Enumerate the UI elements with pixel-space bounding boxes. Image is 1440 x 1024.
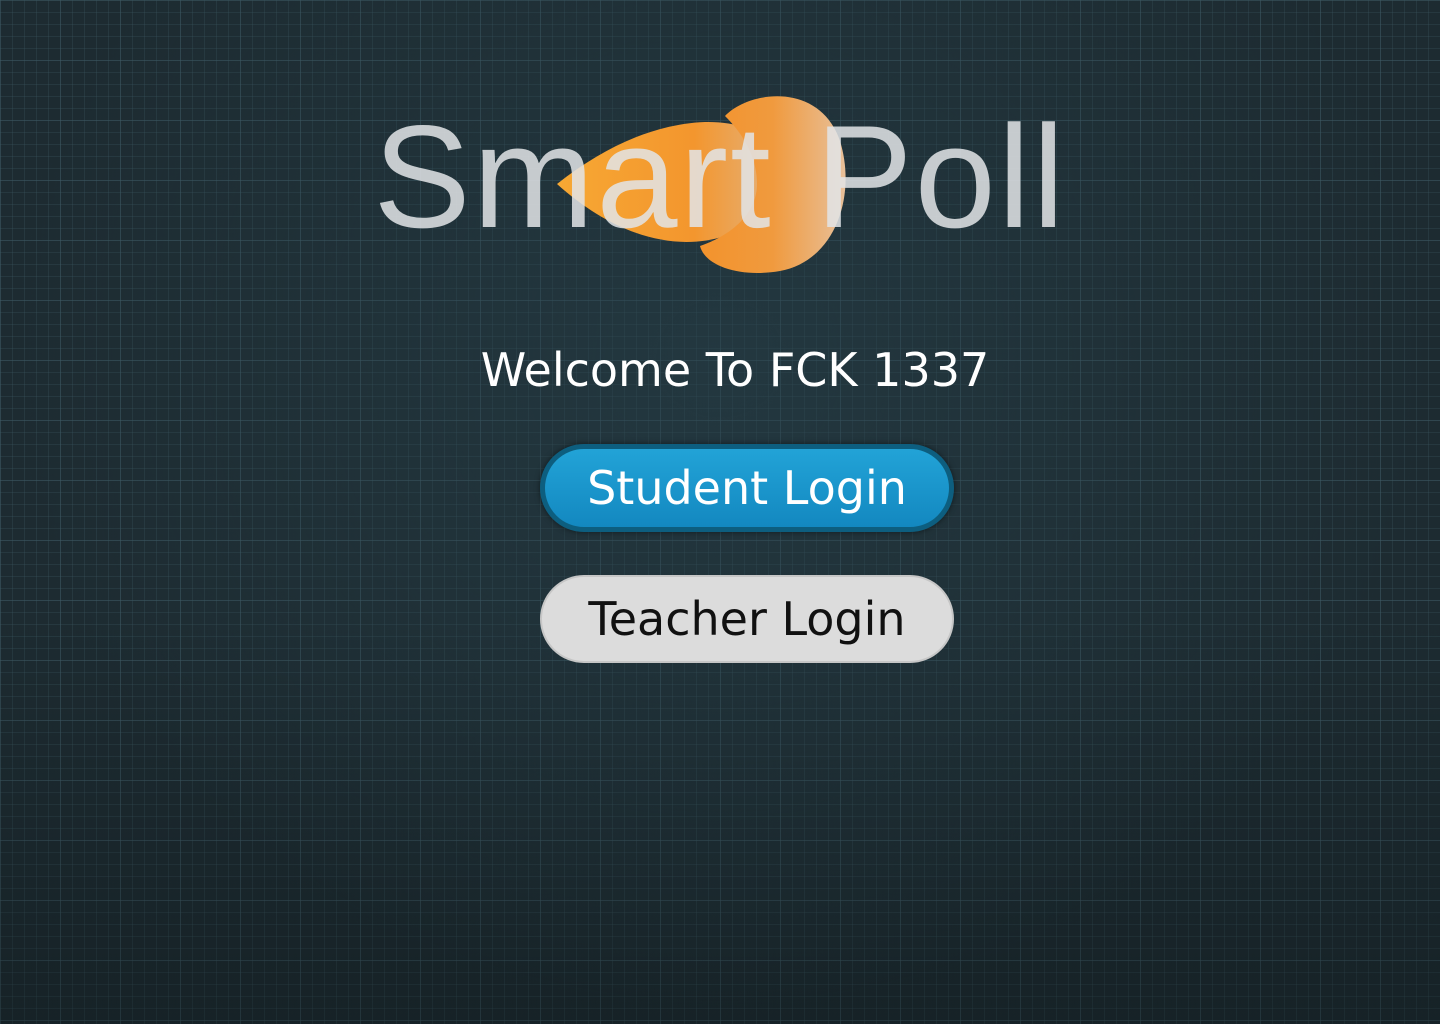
student-login-label: Student Login: [587, 461, 907, 515]
app-title: Smart Poll: [373, 95, 1067, 258]
login-screen: Smart Poll Welcome To FCK 1337 Student L…: [0, 0, 1440, 1024]
student-login-button[interactable]: Student Login: [540, 444, 954, 532]
teacher-login-label: Teacher Login: [588, 592, 906, 646]
teacher-login-button[interactable]: Teacher Login: [540, 575, 954, 663]
app-logo: Smart Poll: [360, 80, 1080, 290]
welcome-message: Welcome To FCK 1337: [480, 343, 990, 397]
